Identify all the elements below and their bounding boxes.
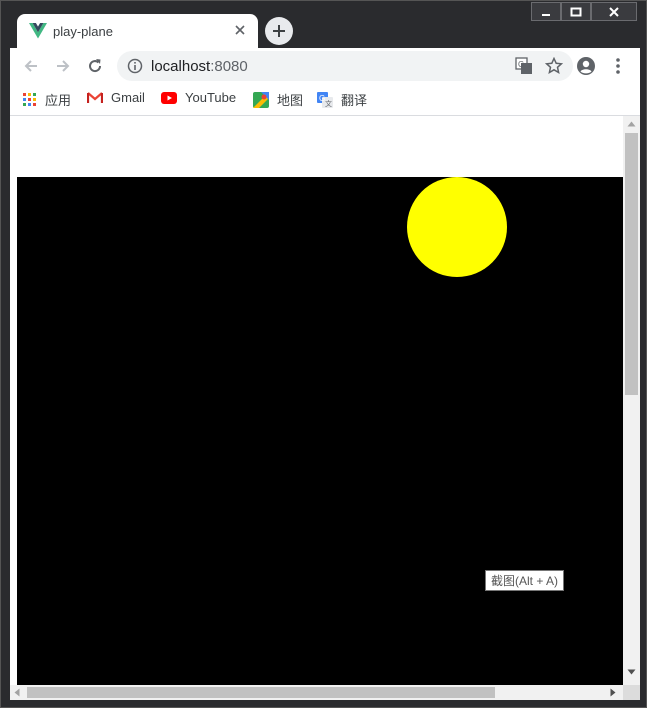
bookmark-youtube-label: YouTube	[185, 90, 237, 105]
browser-tab[interactable]: play-plane	[17, 14, 258, 48]
translate-icon[interactable]: G	[515, 57, 533, 75]
apps-grid-icon	[23, 92, 36, 106]
menu-icon[interactable]	[614, 56, 622, 76]
vue-logo-icon	[29, 23, 47, 39]
vertical-scroll-thumb[interactable]	[625, 133, 638, 395]
maximize-button[interactable]	[561, 2, 591, 21]
forward-button[interactable]	[53, 56, 73, 76]
address-bar[interactable]: localhost:8080 G	[117, 51, 573, 81]
maximize-icon	[570, 7, 582, 16]
bookmark-youtube[interactable]: YouTube	[161, 90, 236, 105]
vertical-scrollbar[interactable]	[623, 116, 640, 685]
yellow-circle	[407, 177, 507, 277]
tab-title: play-plane	[53, 24, 113, 39]
profile-icon[interactable]	[576, 56, 596, 76]
scroll-left-arrow-icon[interactable]	[14, 688, 20, 697]
close-icon	[609, 6, 619, 17]
bookmark-maps[interactable]: 地图	[253, 90, 303, 109]
bookmark-maps-label: 地图	[277, 93, 304, 108]
bookmark-apps-label: 应用	[45, 93, 72, 108]
forward-icon	[57, 60, 70, 72]
gmail-icon	[87, 91, 103, 103]
horizontal-scrollbar[interactable]	[10, 685, 623, 700]
window-controls	[531, 2, 637, 21]
maps-icon	[253, 91, 269, 108]
page-viewport: 截图(Alt + A)	[10, 116, 640, 700]
horizontal-scroll-thumb[interactable]	[27, 687, 495, 698]
minimize-icon	[542, 13, 550, 16]
bookmark-gmail[interactable]: Gmail	[87, 90, 145, 105]
bookmark-gmail-label: Gmail	[111, 90, 145, 105]
bookmark-apps[interactable]: 应用	[23, 90, 71, 109]
bookmarks-bar: 应用 Gmail YouTube 地图 G 文 翻译	[10, 84, 640, 116]
screenshot-tooltip: 截图(Alt + A)	[485, 570, 565, 591]
svg-text:文: 文	[325, 99, 332, 108]
svg-text:G: G	[518, 60, 524, 69]
url-host: localhost	[151, 58, 211, 75]
reload-icon	[89, 59, 102, 73]
star-icon[interactable]	[545, 57, 563, 75]
browser-window: play-plane localhost:8080 G 应用 Gmail You…	[0, 0, 647, 708]
youtube-icon	[161, 91, 177, 104]
bookmark-translate[interactable]: G 文 翻译	[317, 90, 367, 109]
close-window-button[interactable]	[591, 2, 637, 21]
scroll-right-arrow-icon[interactable]	[610, 688, 616, 697]
toolbar: localhost:8080 G	[10, 48, 640, 84]
game-canvas[interactable]: 截图(Alt + A)	[17, 177, 623, 685]
reload-button[interactable]	[85, 56, 105, 76]
url-port: :8080	[210, 58, 248, 75]
minimize-button[interactable]	[531, 2, 561, 21]
tab-close-button[interactable]	[232, 22, 248, 38]
google-translate-icon: G 文	[317, 91, 333, 108]
url-text: localhost:8080	[151, 58, 248, 75]
info-icon[interactable]	[127, 58, 143, 74]
new-tab-button[interactable]	[265, 17, 293, 45]
plus-icon	[273, 25, 285, 37]
back-icon	[24, 60, 37, 72]
scrollbar-corner	[623, 685, 640, 700]
scroll-up-arrow-icon[interactable]	[627, 121, 636, 127]
back-button[interactable]	[21, 56, 41, 76]
scroll-down-arrow-icon[interactable]	[627, 669, 636, 675]
bookmark-translate-label: 翻译	[341, 93, 368, 108]
close-icon	[235, 25, 245, 35]
